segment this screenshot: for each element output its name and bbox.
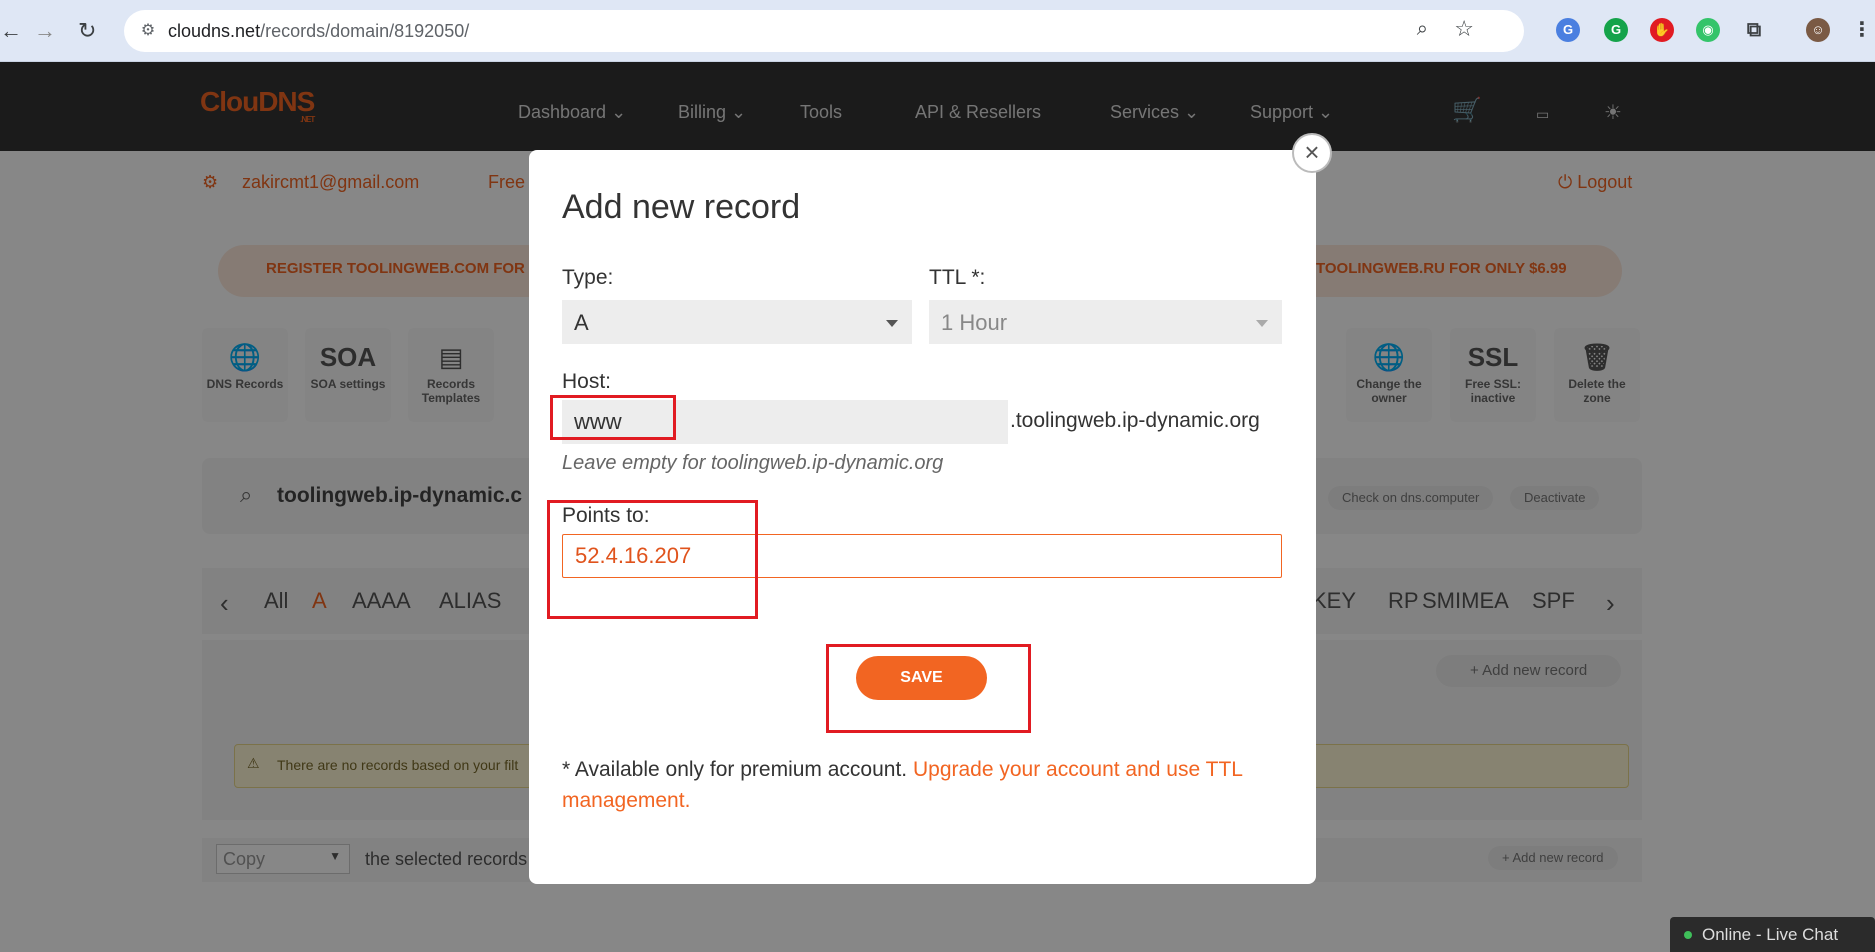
browser-toolbar: ← → ↻ ⚙ cloudns.net/records/domain/81920…	[0, 0, 1875, 62]
host-domain-suffix: .toolingweb.ip-dynamic.org	[1010, 409, 1260, 432]
site-info-icon[interactable]: ⚙	[136, 19, 160, 43]
save-highlight-box	[826, 644, 1031, 733]
live-chat-button[interactable]: Online - Live Chat	[1670, 917, 1875, 952]
type-select[interactable]: A	[562, 300, 912, 344]
reload-icon[interactable]: ↻	[78, 16, 96, 46]
premium-note-text: * Available only for premium account.	[562, 758, 913, 781]
translate-extension-icon[interactable]: G	[1556, 18, 1580, 42]
adblock-extension-icon[interactable]: ✋	[1650, 18, 1674, 42]
url-domain: cloudns.net	[168, 21, 261, 41]
chevron-down-icon	[1256, 320, 1268, 327]
address-bar[interactable]: ⚙ cloudns.net/records/domain/8192050/ ⌕ …	[124, 10, 1524, 52]
grammarly-extension-icon[interactable]: G	[1604, 18, 1628, 42]
ttl-label: TTL *:	[929, 266, 986, 289]
points-to-highlight-box	[547, 500, 758, 619]
zoom-icon[interactable]: ⌕	[1417, 18, 1428, 41]
ttl-select[interactable]: 1 Hour	[929, 300, 1282, 344]
url-path: /records/domain/8192050/	[260, 21, 470, 41]
modal-title: Add new record	[562, 188, 801, 226]
extensions-puzzle-icon[interactable]: ⧉	[1742, 18, 1766, 42]
host-label: Host:	[562, 370, 612, 393]
forward-icon[interactable]: →	[34, 16, 56, 46]
type-select-value: A	[574, 310, 589, 335]
url-text[interactable]: cloudns.net/records/domain/8192050/	[168, 21, 469, 42]
premium-note: * Available only for premium account. Up…	[562, 754, 1282, 816]
eye-extension-icon[interactable]: ◉	[1696, 18, 1720, 42]
browser-menu-icon[interactable]: ⋮	[1850, 18, 1874, 42]
type-label: Type:	[562, 266, 614, 289]
ttl-select-value: 1 Hour	[941, 310, 1008, 335]
bookmark-star-icon[interactable]: ☆	[1454, 16, 1474, 42]
close-icon: ×	[1304, 137, 1320, 167]
chevron-down-icon	[886, 320, 898, 327]
close-modal-button[interactable]: ×	[1292, 133, 1332, 173]
host-highlight-box	[550, 395, 676, 440]
host-hint: Leave empty for toolingweb.ip-dynamic.or…	[562, 452, 944, 474]
profile-avatar[interactable]: ☺	[1806, 18, 1830, 42]
back-icon[interactable]: ←	[0, 16, 22, 46]
